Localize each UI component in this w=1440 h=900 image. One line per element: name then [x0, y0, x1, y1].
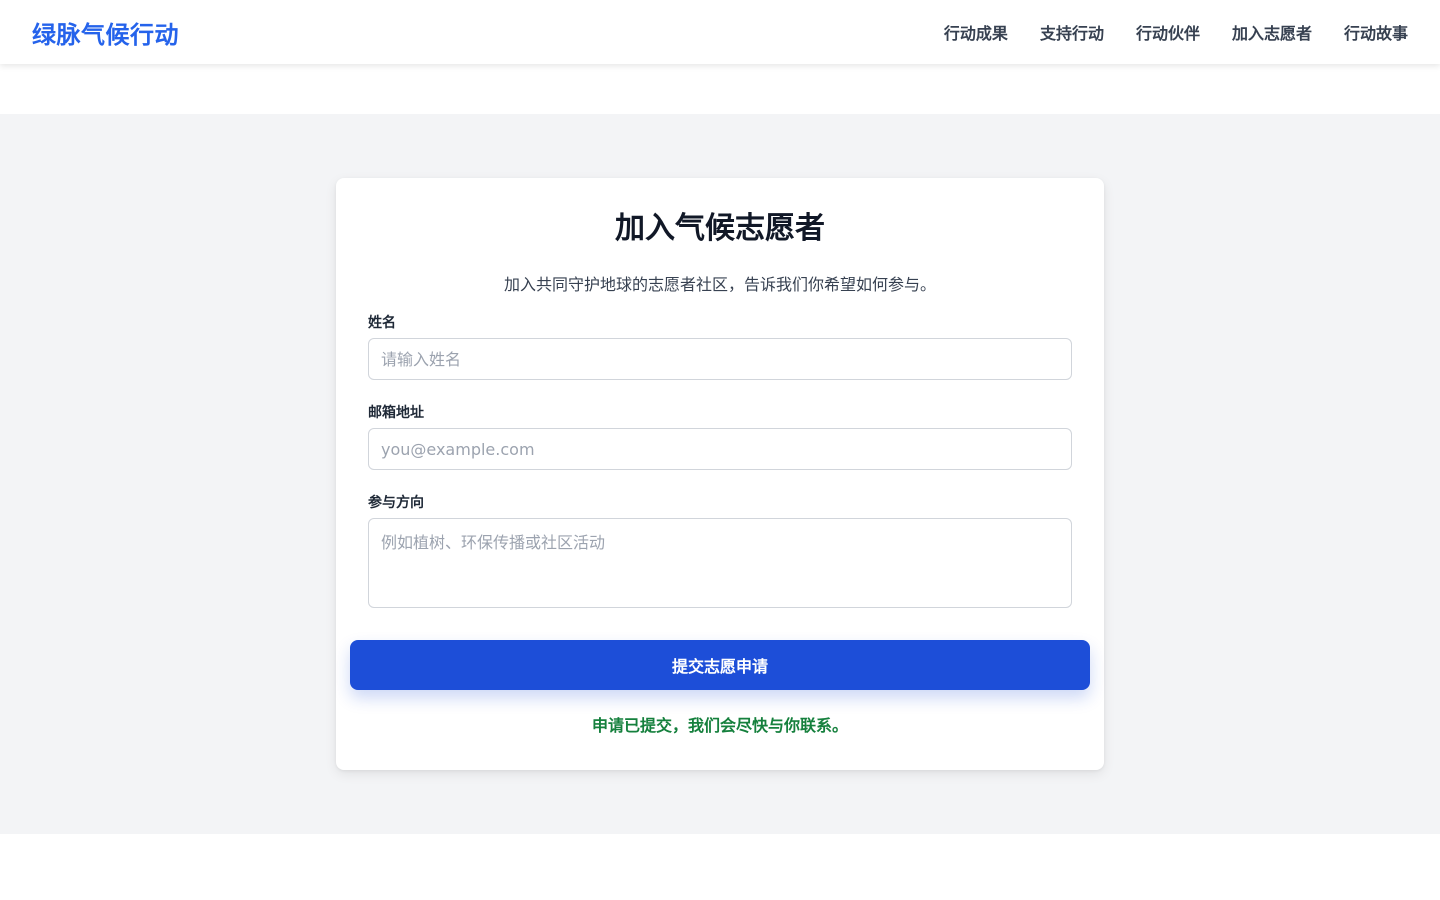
success-message: 申请已提交，我们会尽快与你联系。 — [591, 716, 848, 735]
interest-label: 参与方向 — [368, 495, 424, 511]
form-title: 加入气候志愿者 — [615, 211, 825, 246]
name-field-group: 姓名 — [368, 314, 1072, 380]
brand-logo-link[interactable]: 绿脉气候行动 — [32, 15, 179, 50]
name-input[interactable] — [368, 338, 1072, 380]
nav-link-results[interactable]: 行动成果 — [944, 20, 1008, 44]
email-field-group: 邮箱地址 — [368, 404, 1072, 470]
nav-link-support[interactable]: 支持行动 — [1040, 20, 1104, 44]
name-label: 姓名 — [368, 315, 396, 331]
submit-volunteer-button[interactable]: 提交志愿申请 — [350, 640, 1090, 690]
top-navigation-bar: 绿脉气候行动 行动成果 支持行动 行动伙伴 加入志愿者 行动故事 — [0, 0, 1440, 64]
email-input[interactable] — [368, 428, 1072, 470]
main-nav: 行动成果 支持行动 行动伙伴 加入志愿者 行动故事 — [944, 20, 1408, 44]
interest-textarea[interactable] — [368, 518, 1072, 608]
nav-link-stories[interactable]: 行动故事 — [1344, 20, 1408, 44]
email-label: 邮箱地址 — [368, 405, 424, 421]
interest-field-group: 参与方向 — [368, 494, 1072, 608]
nav-link-partners[interactable]: 行动伙伴 — [1136, 20, 1200, 44]
volunteer-form-card: 加入气候志愿者 加入共同守护地球的志愿者社区，告诉我们你希望如何参与。 姓名 邮… — [336, 178, 1104, 770]
form-subtitle: 加入共同守护地球的志愿者社区，告诉我们你希望如何参与。 — [503, 275, 936, 294]
nav-link-volunteer[interactable]: 加入志愿者 — [1232, 20, 1312, 44]
